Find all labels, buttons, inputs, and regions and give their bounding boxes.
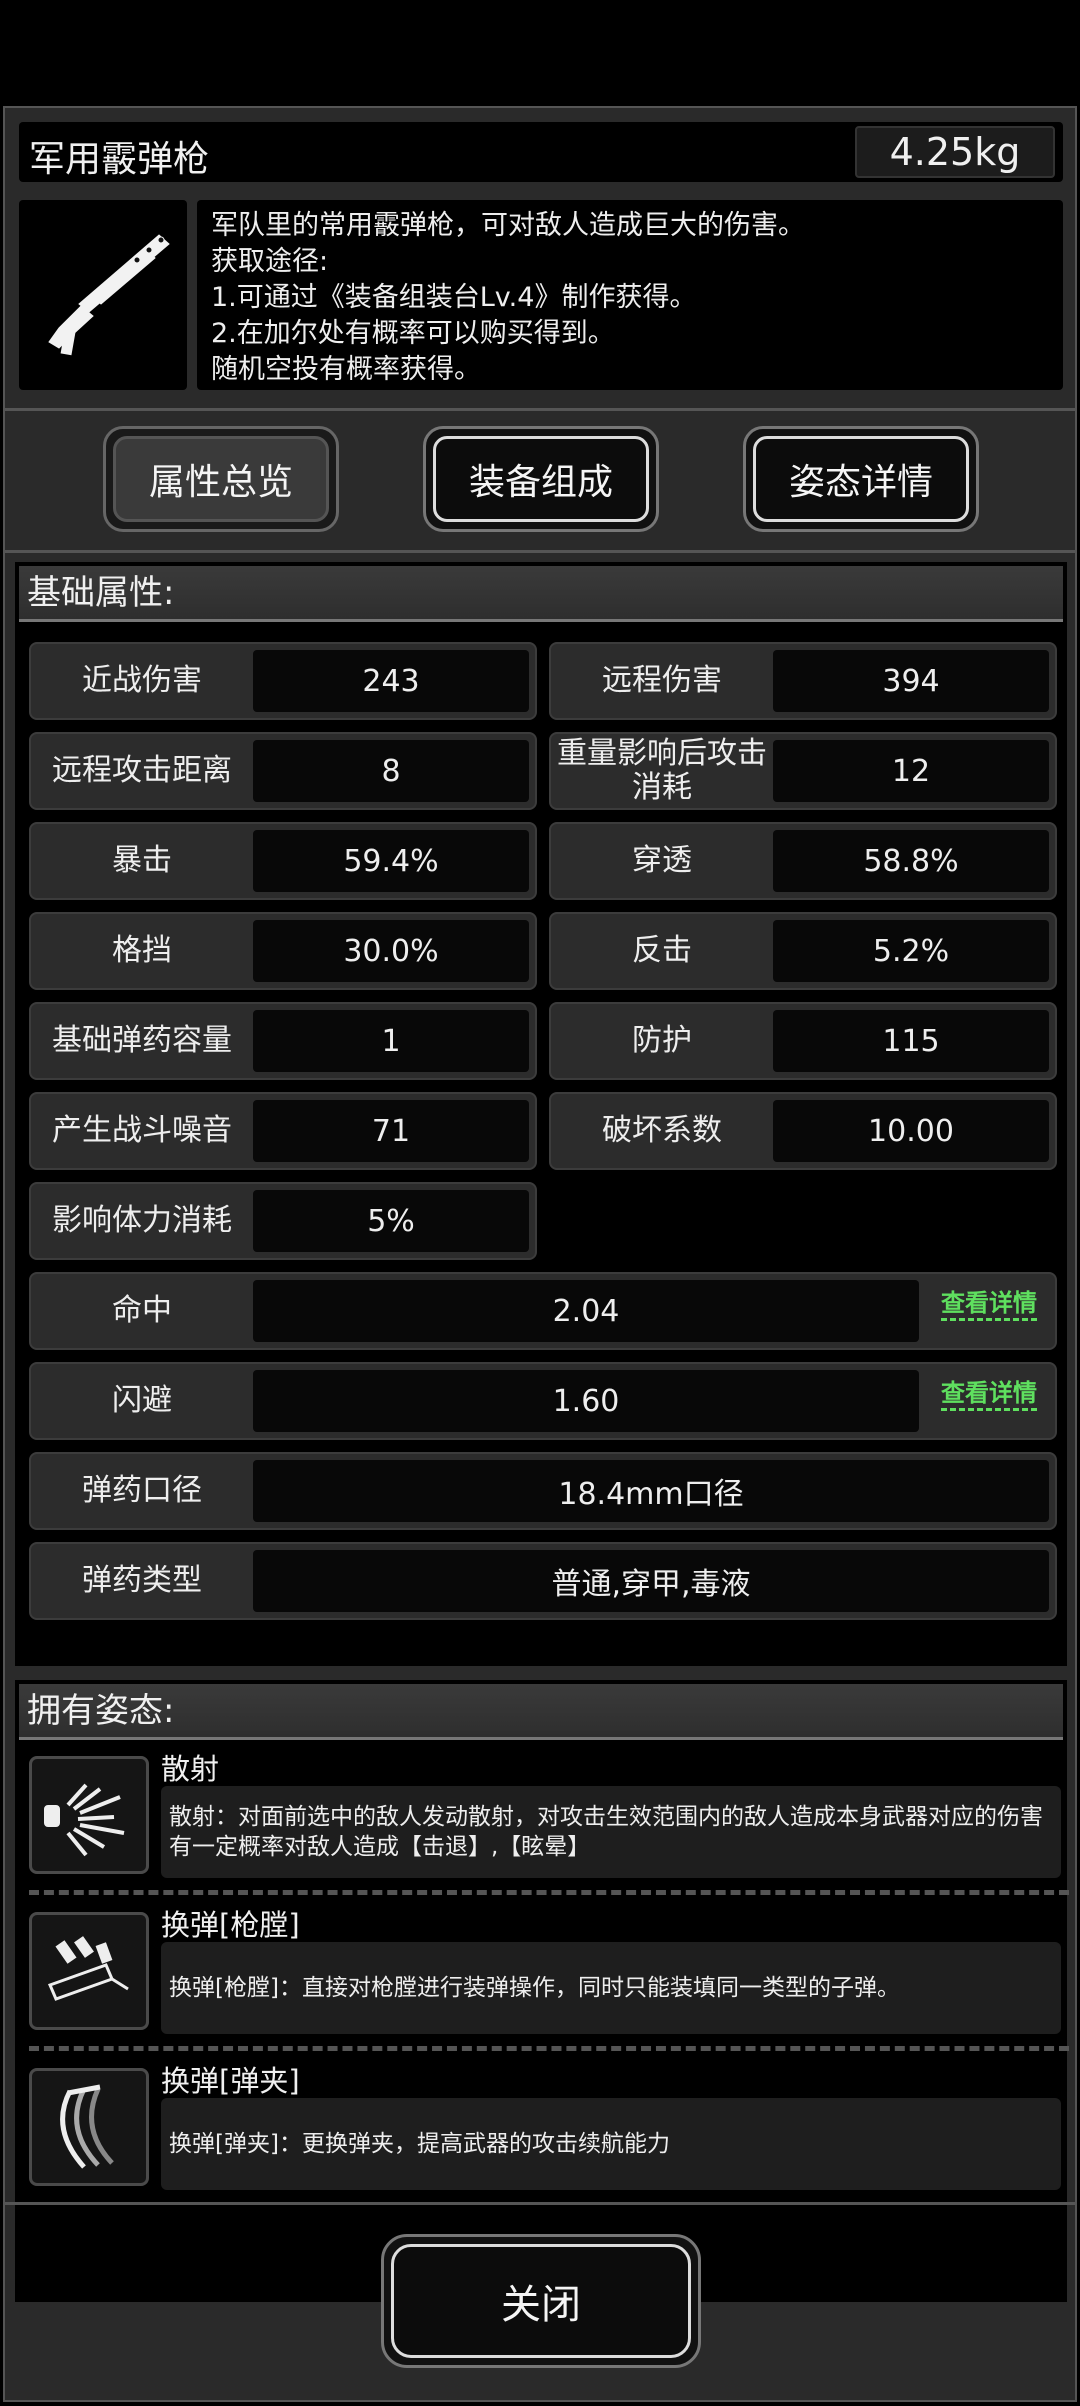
- stat-evasion: 闪避 1.60 查看详情: [29, 1362, 1057, 1440]
- stat-value: 5.2%: [773, 920, 1049, 982]
- stat-value: 394: [773, 650, 1049, 712]
- stat-label: 近战伤害: [82, 663, 202, 698]
- description-line: 获取途径:: [211, 246, 329, 277]
- item-description: 军队里的常用霰弹枪，可对敌人造成巨大的伤害。 获取途径: 1.可通过《装备组装台…: [197, 200, 1063, 390]
- stat-weight-attack-cost: 重量影响后攻击消耗 12: [549, 732, 1057, 810]
- stat-counter: 反击 5.2%: [549, 912, 1057, 990]
- stat-label: 远程伤害: [602, 663, 722, 698]
- description-line: 2.在加尔处有概率可以购买得到。: [211, 318, 615, 349]
- stat-value: 2.04: [253, 1280, 919, 1342]
- stat-value: 5%: [253, 1190, 529, 1252]
- item-detail-panel: 军用霰弹枪 4.25kg 军队里的常用霰弹枪，可对敌人造成巨大的伤害。 获取途径…: [3, 106, 1077, 2402]
- magazine-reload-icon: [29, 2068, 149, 2186]
- stat-label: 破坏系数: [602, 1113, 722, 1148]
- stance-line: 换弹[弹夹]：更换弹夹，提高武器的攻击续航能力: [169, 2131, 670, 2157]
- stat-melee-damage: 近战伤害 243: [29, 642, 537, 720]
- stat-stamina-cost: 影响体力消耗 5%: [29, 1182, 537, 1260]
- tab-attribute-overview[interactable]: 属性总览: [103, 426, 339, 532]
- stance-line: 换弹[枪膛]：直接对枪膛进行装弹操作，同时只能装填同一类型的子弹。: [169, 1975, 900, 2001]
- stat-protection: 防护 115: [549, 1002, 1057, 1080]
- stat-label: 弹药类型: [82, 1563, 202, 1598]
- tab-stance-details[interactable]: 姿态详情: [743, 426, 979, 532]
- stat-ranged-damage: 远程伤害 394: [549, 642, 1057, 720]
- description-line: 军队里的常用霰弹枪，可对敌人造成巨大的伤害。: [211, 210, 805, 241]
- description-line: 1.可通过《装备组装台Lv.4》制作获得。: [211, 282, 697, 313]
- stat-ammo-caliber: 弹药口径 18.4mm口径: [29, 1452, 1057, 1530]
- stat-label: 防护: [632, 1023, 692, 1058]
- tab-label: 姿态详情: [753, 436, 969, 522]
- stat-ammo-capacity: 基础弹药容量 1: [29, 1002, 537, 1080]
- stat-value: 1.60: [253, 1370, 919, 1432]
- stat-value: 1: [253, 1010, 529, 1072]
- stat-ammo-type: 弹药类型 普通,穿甲,毒液: [29, 1542, 1057, 1620]
- stat-accuracy: 命中 2.04 查看详情: [29, 1272, 1057, 1350]
- stat-label: 基础弹药容量: [52, 1023, 232, 1058]
- stat-value: 12: [773, 740, 1049, 802]
- stat-ranged-distance: 远程攻击距离 8: [29, 732, 537, 810]
- stance-line: 散射：对面前选中的敌人发动散射，对攻击生效范围内的敌人造成本身武器对应的伤害: [169, 1804, 1043, 1830]
- stat-value: 59.4%: [253, 830, 529, 892]
- stat-value: 30.0%: [253, 920, 529, 982]
- stance-line: 有一定概率对敌人造成【击退】,【眩晕】: [169, 1834, 591, 1860]
- stat-label: 产生战斗噪音: [52, 1113, 232, 1148]
- stance-name: 散射: [161, 1752, 220, 1786]
- stat-value: 8: [253, 740, 529, 802]
- stat-value: 71: [253, 1100, 529, 1162]
- item-name: 军用霰弹枪: [29, 139, 210, 180]
- stat-label: 重量影响后攻击消耗: [557, 736, 767, 805]
- stance-divider: [29, 1890, 1069, 1895]
- description-line: 随机空投有概率获得。: [211, 354, 481, 385]
- stat-block: 格挡 30.0%: [29, 912, 537, 990]
- basic-attributes-section: 基础属性: 近战伤害 243 远程伤害 394 远程攻击距离 8 重量影响后攻击…: [15, 562, 1067, 1666]
- stance-scatter[interactable]: 散射 散射：对面前选中的敌人发动散射，对攻击生效范围内的敌人造成本身武器对应的伤…: [29, 1746, 1073, 1878]
- stat-value: 10.00: [773, 1100, 1049, 1162]
- stance-chamber-reload[interactable]: 换弹[枪膛] 换弹[枪膛]：直接对枪膛进行装弹操作，同时只能装填同一类型的子弹。: [29, 1902, 1073, 2034]
- stance-name: 换弹[弹夹]: [161, 2064, 300, 2098]
- tab-label: 装备组成: [433, 436, 649, 522]
- close-button[interactable]: 关闭: [381, 2234, 701, 2368]
- stat-label: 穿透: [632, 843, 692, 878]
- divider: [5, 550, 1075, 553]
- stances-section: 拥有姿态: 散射 散射：对面前选中的敌人发动散射，对攻击生效范围内的敌人造成本身…: [15, 1680, 1069, 2302]
- stat-destruction-factor: 破坏系数 10.00: [549, 1092, 1057, 1170]
- tab-label: 属性总览: [113, 436, 329, 522]
- stat-value: 普通,穿甲,毒液: [253, 1550, 1049, 1612]
- stance-name: 换弹[枪膛]: [161, 1908, 300, 1942]
- stat-label: 影响体力消耗: [52, 1203, 232, 1238]
- item-image: [19, 200, 187, 390]
- stance-magazine-reload[interactable]: 换弹[弹夹] 换弹[弹夹]：更换弹夹，提高武器的攻击续航能力: [29, 2058, 1073, 2190]
- divider: [5, 2202, 1075, 2205]
- stat-value: 115: [773, 1010, 1049, 1072]
- title-bar: 军用霰弹枪 4.25kg: [19, 122, 1063, 182]
- stance-divider: [29, 2046, 1069, 2051]
- stat-label: 远程攻击距离: [52, 753, 232, 788]
- stat-value: 58.8%: [773, 830, 1049, 892]
- divider: [5, 408, 1075, 411]
- stat-label: 命中: [112, 1293, 172, 1328]
- stat-value: 18.4mm口径: [253, 1460, 1049, 1522]
- stat-critical: 暴击 59.4%: [29, 822, 537, 900]
- section-header: 基础属性:: [19, 566, 1063, 622]
- shotgun-icon: [48, 234, 170, 356]
- scatter-shot-icon: [29, 1756, 149, 1874]
- stat-combat-noise: 产生战斗噪音 71: [29, 1092, 537, 1170]
- tab-equipment-composition[interactable]: 装备组成: [423, 426, 659, 532]
- stat-label: 反击: [632, 933, 692, 968]
- stat-label: 格挡: [112, 933, 172, 968]
- stat-label: 闪避: [112, 1383, 172, 1418]
- close-button-label: 关闭: [391, 2244, 691, 2358]
- stance-description: 换弹[枪膛]：直接对枪膛进行装弹操作，同时只能装填同一类型的子弹。: [161, 1942, 1061, 2034]
- chamber-reload-icon: [29, 1912, 149, 2030]
- stance-description: 换弹[弹夹]：更换弹夹，提高武器的攻击续航能力: [161, 2098, 1061, 2190]
- stat-penetration: 穿透 58.8%: [549, 822, 1057, 900]
- stat-label: 弹药口径: [82, 1473, 202, 1508]
- accuracy-detail-link[interactable]: 查看详情: [941, 1288, 1037, 1321]
- evasion-detail-link[interactable]: 查看详情: [941, 1378, 1037, 1411]
- item-weight: 4.25kg: [855, 126, 1055, 178]
- stat-value: 243: [253, 650, 529, 712]
- stat-label: 暴击: [112, 843, 172, 878]
- section-header: 拥有姿态:: [19, 1684, 1063, 1740]
- stance-description: 散射：对面前选中的敌人发动散射，对攻击生效范围内的敌人造成本身武器对应的伤害 有…: [161, 1786, 1061, 1878]
